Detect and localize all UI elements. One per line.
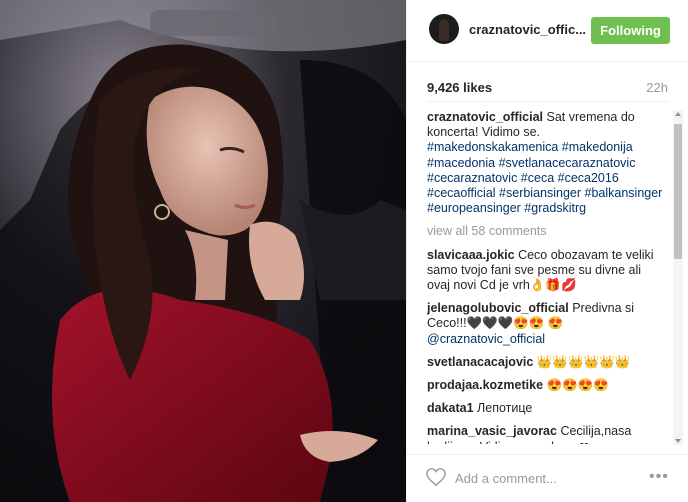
scroll-up-arrow-icon[interactable] bbox=[675, 112, 681, 116]
following-button[interactable]: Following bbox=[591, 17, 670, 44]
caption-username[interactable]: craznatovic_official bbox=[427, 110, 543, 124]
comment-item: marina_vasic_javorac Cecilija,nasa kralj… bbox=[427, 424, 665, 444]
comment-item: svetlanacacajovic 👑👑👑👑👑👑 bbox=[427, 355, 665, 370]
header-username[interactable]: craznatovic_offic... bbox=[469, 22, 586, 37]
comment-username[interactable]: svetlanacacajovic bbox=[427, 355, 533, 369]
comment-item: jelenagolubovic_official Predivna si Cec… bbox=[427, 301, 665, 347]
scroll-thumb[interactable] bbox=[674, 124, 682, 259]
heart-icon[interactable] bbox=[425, 467, 447, 487]
scroll-down-arrow-icon[interactable] bbox=[675, 439, 681, 443]
post-side-panel: craznatovic_offic... Following 9,426 lik… bbox=[406, 0, 688, 502]
comments-scrollbar[interactable] bbox=[673, 110, 683, 445]
comments-list: craznatovic_official Sat vremena do konc… bbox=[427, 110, 665, 444]
comment-text: 👑👑👑👑👑👑 bbox=[536, 354, 631, 369]
post-header: craznatovic_offic... Following bbox=[407, 0, 688, 62]
comment-username[interactable]: slavicaaa.jokic bbox=[427, 248, 515, 262]
comment-text: Лепотице bbox=[477, 401, 533, 416]
comment-text: 😍😍😍😍 bbox=[546, 378, 609, 393]
post-time[interactable]: 22h bbox=[646, 80, 668, 95]
likes-count[interactable]: 9,426 likes bbox=[427, 80, 492, 95]
caption-hashtags[interactable]: #makedonskakamenica #makedonija #macedon… bbox=[427, 140, 662, 215]
comment-username[interactable]: dakata1 bbox=[427, 401, 474, 415]
divider bbox=[427, 101, 669, 102]
caption: craznatovic_official Sat vremena do konc… bbox=[427, 110, 665, 216]
comment-username[interactable]: prodajaa.kozmetike bbox=[427, 378, 543, 392]
add-comment-input[interactable] bbox=[455, 468, 635, 488]
post-footer: ••• bbox=[407, 454, 688, 502]
comment-item: dakata1 Лепотице bbox=[427, 401, 665, 416]
view-all-comments-link[interactable]: view all 58 comments bbox=[427, 224, 665, 239]
avatar[interactable] bbox=[429, 14, 459, 44]
more-options-icon[interactable]: ••• bbox=[649, 467, 673, 487]
comment-item: prodajaa.kozmetike 😍😍😍😍 bbox=[427, 378, 665, 393]
comment-username[interactable]: jelenagolubovic_official bbox=[427, 301, 569, 315]
photo-illustration bbox=[0, 0, 406, 502]
comment-item: slavicaaa.jokic Ceco obozavam te veliki … bbox=[427, 248, 665, 294]
comment-username[interactable]: marina_vasic_javorac bbox=[427, 424, 557, 438]
post-photo[interactable] bbox=[0, 0, 406, 502]
